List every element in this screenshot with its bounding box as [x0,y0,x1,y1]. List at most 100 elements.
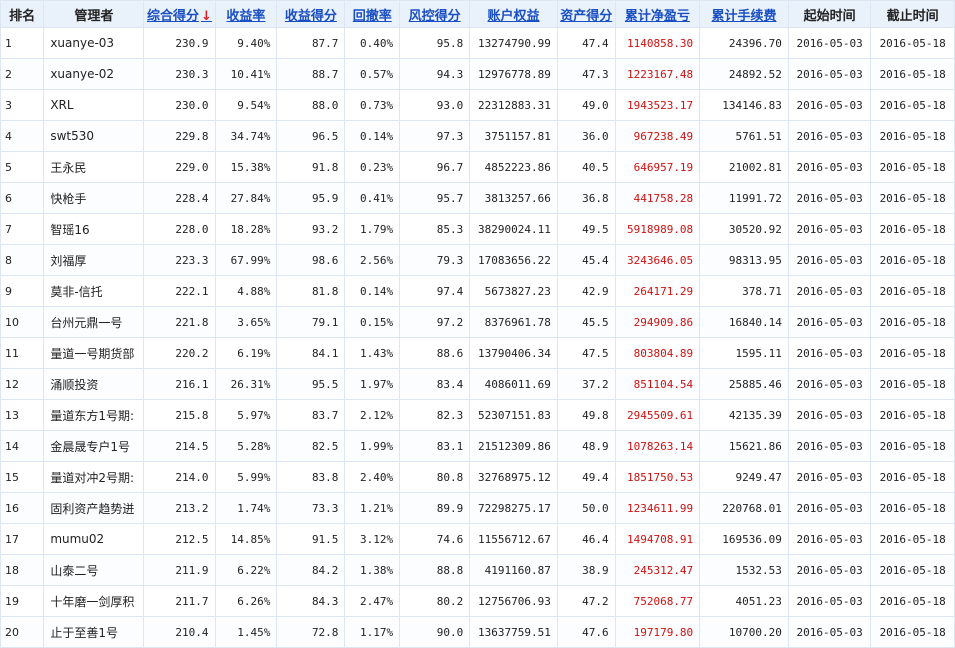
cell-equity: 3813257.66 [469,182,558,214]
cell-cum-pnl: 2945509.61 [614,399,701,431]
cell-end: 2016-05-18 [870,306,955,338]
cell-return-score: 84.2 [276,554,346,586]
cell-start: 2016-05-03 [787,244,872,276]
cell-name: mumu02 [43,523,145,555]
cell-return-rate: 6.26% [214,585,278,617]
col-risk-score-header[interactable]: 风控得分 [399,0,471,28]
cell-composite: 215.8 [143,399,216,431]
col-return-rate-header[interactable]: 收益率 [214,0,278,28]
cell-start: 2016-05-03 [787,585,872,617]
col-drawdown-header[interactable]: 回撤率 [344,0,401,28]
cell-return-rate: 1.74% [214,492,278,524]
cell-equity: 72298275.17 [469,492,558,524]
cell-rank: 19 [0,585,45,617]
cell-name: XRL [43,89,145,121]
cell-asset-score: 47.5 [556,337,616,369]
cell-name: 台州元鼎一号 [43,306,145,338]
col-composite-header[interactable]: 综合得分 ↓ [143,0,216,28]
cell-return-score: 82.5 [276,430,346,462]
cell-start: 2016-05-03 [787,368,872,400]
cell-equity: 8376961.78 [469,306,558,338]
cell-return-rate: 6.22% [214,554,278,586]
cell-composite: 213.2 [143,492,216,524]
cell-cum-pnl: 1223167.48 [614,58,701,90]
cell-return-rate: 26.31% [214,368,278,400]
cell-return-score: 93.2 [276,213,346,245]
col-asset-score-header[interactable]: 资产得分 [556,0,616,28]
cell-start: 2016-05-03 [787,461,872,493]
cell-risk-score: 95.8 [399,27,471,59]
table-row: 12 涌顺投资 216.1 26.31% 95.5 1.97% 83.4 4086011.69… [0,368,955,400]
cell-composite: 230.3 [143,58,216,90]
table-row: 17 mumu02 212.5 14.85% 91.5 3.12% 74.6 11556712… [0,523,955,555]
cell-asset-score: 36.8 [556,182,616,214]
cell-cum-pnl: 752068.77 [614,585,701,617]
cell-end: 2016-05-18 [870,492,955,524]
cell-cum-fee: 1595.11 [699,337,789,369]
cell-risk-score: 96.7 [399,151,471,183]
cell-rank: 12 [0,368,45,400]
col-return-score-header[interactable]: 收益得分 [276,0,346,28]
cell-asset-score: 49.5 [556,213,616,245]
cell-composite: 228.0 [143,213,216,245]
table-row: 5 王永民 229.0 15.38% 91.8 0.23% 96.7 4852223.86 40… [0,151,955,183]
cell-end: 2016-05-18 [870,182,955,214]
cell-cum-fee: 1532.53 [699,554,789,586]
table-row: 13 量道东方1号期: 215.8 5.97% 83.7 2.12% 82.3 5230715… [0,399,955,431]
col-cum-pnl-header[interactable]: 累计净盈亏 [614,0,701,28]
table-row: 15 量道对冲2号期: 214.0 5.99% 83.8 2.40% 80.8 3276897… [0,461,955,493]
cell-composite: 211.7 [143,585,216,617]
cell-cum-pnl: 197179.80 [614,616,701,648]
cell-drawdown: 2.47% [344,585,401,617]
cell-risk-score: 89.9 [399,492,471,524]
cell-rank: 14 [0,430,45,462]
cell-asset-score: 50.0 [556,492,616,524]
col-composite-label: 综合得分 [146,8,199,24]
cell-name: 涌顺投资 [43,368,145,400]
cell-end: 2016-05-18 [870,616,955,648]
cell-return-score: 73.3 [276,492,346,524]
cell-composite: 228.4 [143,182,216,214]
cell-end: 2016-05-18 [870,461,955,493]
cell-risk-score: 93.0 [399,89,471,121]
cell-start: 2016-05-03 [787,399,872,431]
col-rank-header: 排名 [0,0,45,28]
cell-composite: 214.0 [143,461,216,493]
cell-drawdown: 1.97% [344,368,401,400]
cell-asset-score: 45.5 [556,306,616,338]
cell-cum-fee: 21002.81 [699,151,789,183]
cell-drawdown: 1.43% [344,337,401,369]
cell-cum-pnl: 1851750.53 [614,461,701,493]
cell-return-rate: 9.40% [214,27,278,59]
cell-name: 量道东方1号期: [43,399,145,431]
cell-rank: 7 [0,213,45,245]
cell-return-rate: 67.99% [214,244,278,276]
cell-cum-pnl: 1943523.17 [614,89,701,121]
cell-return-score: 81.8 [276,275,346,307]
cell-start: 2016-05-03 [787,151,872,183]
cell-asset-score: 38.9 [556,554,616,586]
cell-composite: 222.1 [143,275,216,307]
cell-equity: 3751157.81 [469,120,558,152]
cell-return-score: 83.7 [276,399,346,431]
table-row: 19 十年磨一剑厚积 211.7 6.26% 84.3 2.47% 80.2 12756706… [0,585,955,617]
cell-start: 2016-05-03 [787,120,872,152]
cell-cum-pnl: 967238.49 [614,120,701,152]
col-cum-fee-header[interactable]: 累计手续费 [699,0,789,28]
table-header-row: 排名 管理者 综合得分 ↓ 收益率 收益得分 回撤率 风控得分 账户权益 资产得分… [0,0,955,28]
cell-return-score: 88.0 [276,89,346,121]
cell-rank: 11 [0,337,45,369]
cell-rank: 13 [0,399,45,431]
cell-cum-pnl: 1494708.91 [614,523,701,555]
cell-rank: 4 [0,120,45,152]
cell-rank: 3 [0,89,45,121]
cell-rank: 10 [0,306,45,338]
cell-name: 金晨晟专户1号 [43,430,145,462]
cell-cum-fee: 25885.46 [699,368,789,400]
cell-end: 2016-05-18 [870,368,955,400]
cell-return-rate: 6.19% [214,337,278,369]
table-body: 1 xuanye-03 230.9 9.40% 87.7 0.40% 95.8 1327479… [0,27,955,648]
col-equity-header[interactable]: 账户权益 [469,0,558,28]
cell-return-rate: 14.85% [214,523,278,555]
cell-asset-score: 42.9 [556,275,616,307]
